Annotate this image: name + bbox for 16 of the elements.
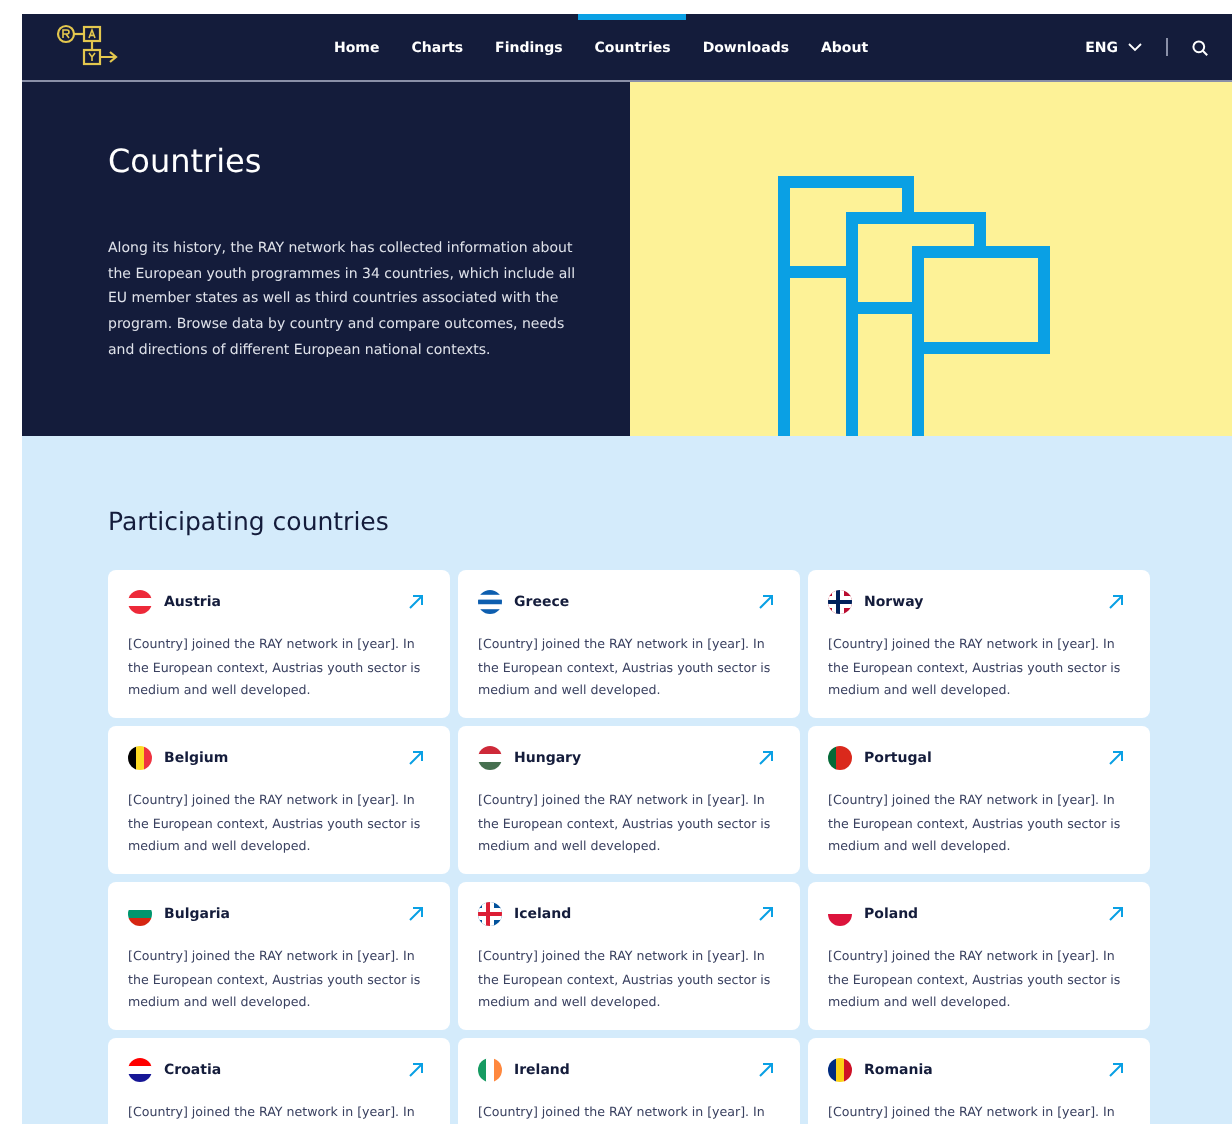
arrow-icon[interactable] (1108, 1062, 1124, 1078)
arrow-icon[interactable] (758, 1062, 774, 1078)
arrow-icon[interactable] (758, 906, 774, 922)
section-title: Participating countries (108, 506, 391, 536)
arrow-icon[interactable] (1108, 594, 1124, 610)
arrow-icon[interactable] (758, 750, 774, 766)
arrow-icon[interactable] (408, 1062, 424, 1078)
search-icon[interactable] (1192, 39, 1208, 55)
arrow-icon[interactable] (408, 594, 424, 610)
arrow-icon[interactable] (1108, 906, 1124, 922)
arrow-icon[interactable] (408, 750, 424, 766)
chevron-down-icon[interactable] (1128, 42, 1142, 52)
arrow-icon[interactable] (1108, 750, 1124, 766)
arrow-icon[interactable] (408, 906, 424, 922)
page-title: Countries (108, 142, 264, 180)
arrow-icon[interactable] (758, 594, 774, 610)
